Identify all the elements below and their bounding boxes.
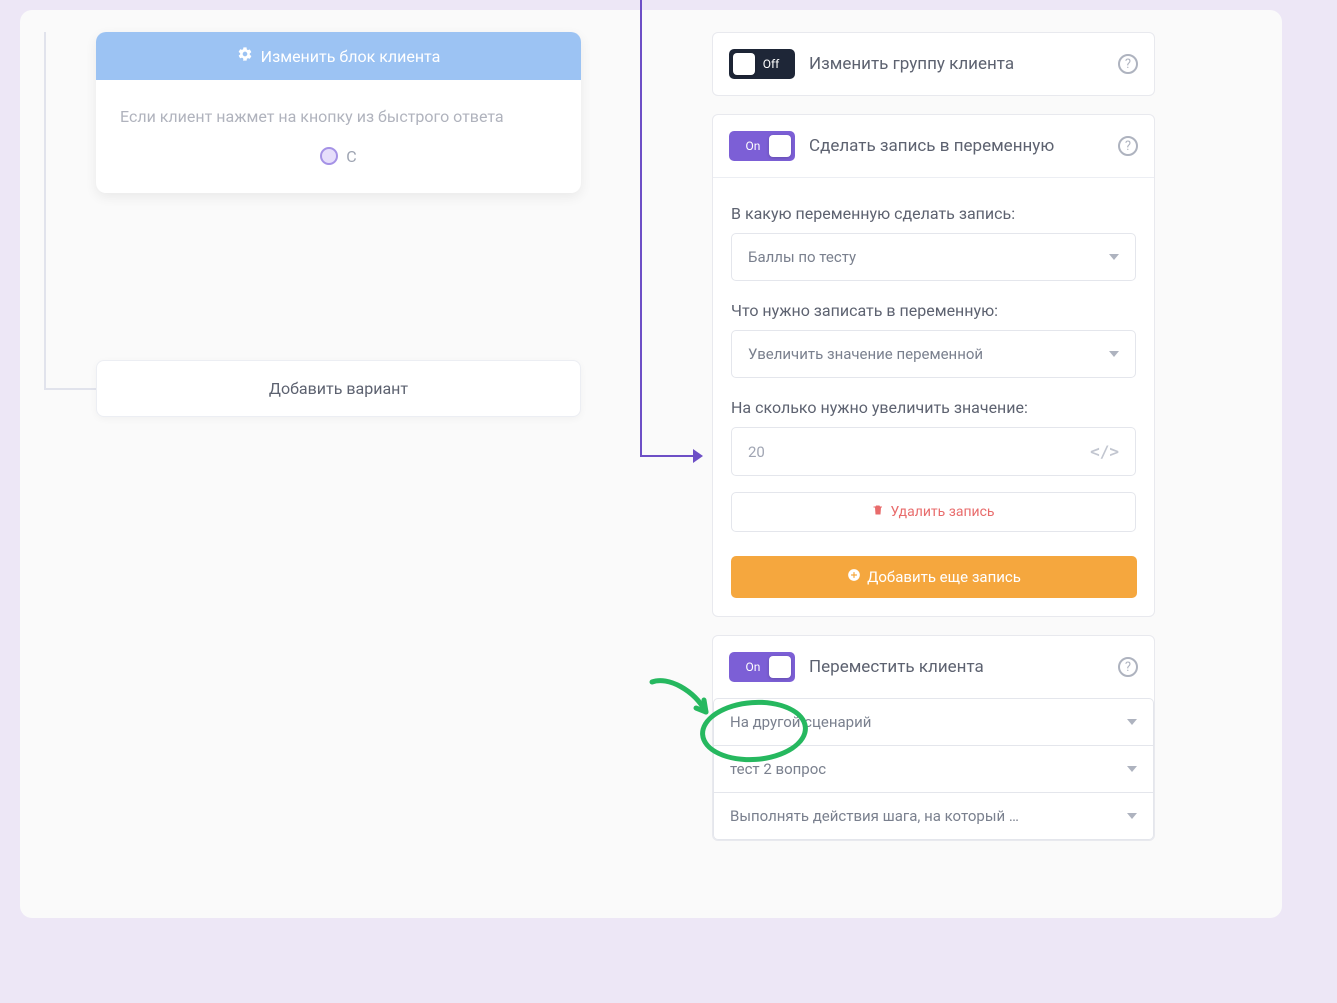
note-text: Если клиент нажмет на кнопку из быстрого… [120,104,557,130]
card-body: Если клиент нажмет на кнопку из быстрого… [96,80,581,193]
chevron-down-icon [1127,813,1137,819]
which-variable-label: В какую переменную сделать запись: [731,204,1136,223]
add-variant-button[interactable]: Добавить вариант [96,360,581,417]
help-icon[interactable]: ? [1118,136,1138,156]
quick-reply-option[interactable]: С [120,144,557,170]
write-variable-toggle[interactable]: On [729,131,795,161]
chevron-down-icon [1127,719,1137,725]
toggle-knob [769,135,791,157]
section-title: Сделать запись в переменную [809,136,1104,156]
what-write-select[interactable]: Увеличить значение переменной [731,330,1136,378]
flow-line [640,0,642,455]
move-scenario-select[interactable]: тест 2 вопрос [713,746,1154,793]
settings-panel: Off Изменить группу клиента ? On Сделать… [712,32,1155,859]
flow-line [44,32,46,390]
radio-icon [320,147,338,165]
card-title: Изменить блок клиента [261,47,441,66]
which-variable-select[interactable]: Баллы по тесту [731,233,1136,281]
section-title: Изменить группу клиента [809,54,1104,74]
move-client-section: On Переместить клиента ? На другой сцена… [712,635,1155,841]
change-group-section: Off Изменить группу клиента ? [712,32,1155,96]
chevron-down-icon [1109,351,1119,357]
amount-input[interactable]: 20 </> [731,427,1136,476]
change-group-toggle[interactable]: Off [729,49,795,79]
select-value: тест 2 вопрос [730,760,826,778]
flow-line [44,388,97,390]
toggle-on-label: On [746,660,761,674]
select-value: Выполнять действия шага, на который … [730,807,1019,825]
select-value: Увеличить значение переменной [748,345,983,363]
radio-label: С [346,144,356,170]
amount-label: На сколько нужно увеличить значение: [731,398,1136,417]
add-record-button[interactable]: Добавить еще запись [731,556,1137,598]
select-value: На другой сценарий [730,713,871,731]
toggle-knob [733,53,755,75]
toggle-off-label: Off [763,57,780,71]
move-step-action-select[interactable]: Выполнять действия шага, на который … [713,793,1154,840]
select-value: Баллы по тесту [748,248,856,266]
code-icon[interactable]: </> [1090,442,1119,461]
help-icon[interactable]: ? [1118,657,1138,677]
trash-icon [872,503,884,521]
input-value: 20 [748,443,765,461]
flow-line [640,455,698,457]
card-header[interactable]: Изменить блок клиента [96,32,581,80]
move-client-toggle[interactable]: On [729,652,795,682]
write-variable-section: On Сделать запись в переменную ? В какую… [712,114,1155,617]
what-write-label: Что нужно записать в переменную: [731,301,1136,320]
plus-icon [847,568,861,586]
move-target-select[interactable]: На другой сценарий [713,698,1154,746]
section-title: Переместить клиента [809,657,1104,677]
delete-record-button[interactable]: Удалить запись [731,492,1136,532]
chevron-down-icon [1127,766,1137,772]
add-label: Добавить еще запись [867,568,1021,586]
help-icon[interactable]: ? [1118,54,1138,74]
edit-client-block-card[interactable]: Изменить блок клиента Если клиент нажмет… [96,32,581,193]
toggle-on-label: On [746,139,761,153]
delete-label: Удалить запись [890,504,994,520]
toggle-knob [769,656,791,678]
gear-icon [237,46,253,66]
chevron-down-icon [1109,254,1119,260]
flow-arrowhead-icon [693,449,703,463]
